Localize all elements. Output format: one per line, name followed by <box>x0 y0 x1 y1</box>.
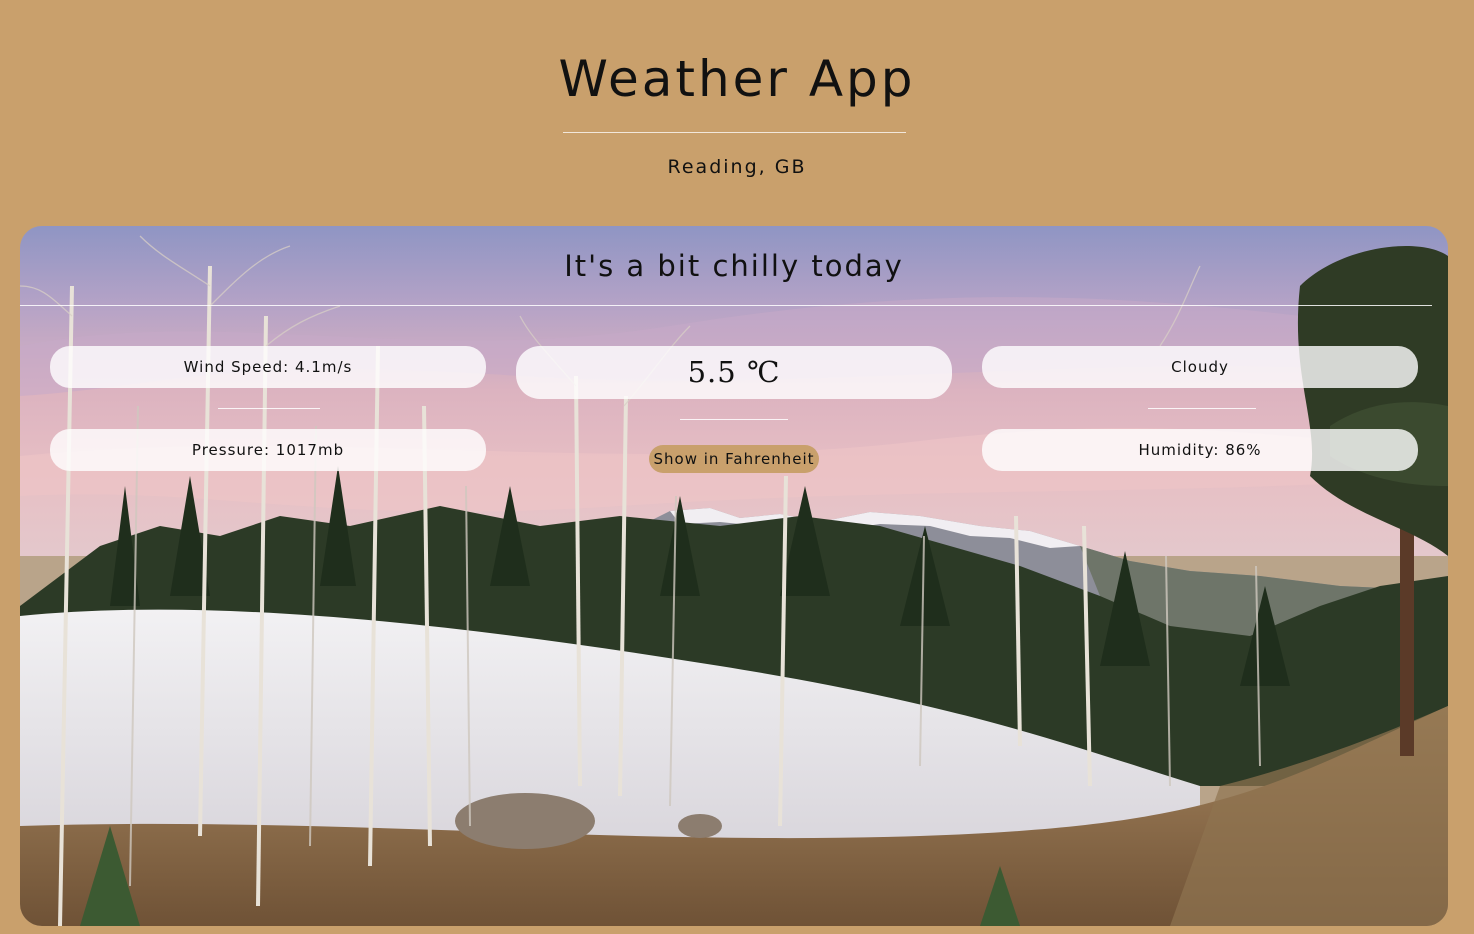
weather-headline: It's a bit chilly today <box>564 249 904 283</box>
right-divider <box>1148 408 1256 409</box>
humidity-card: Humidity: 86% <box>982 429 1418 471</box>
headline-divider <box>20 305 1432 306</box>
condition-card: Cloudy <box>982 346 1418 388</box>
title-divider <box>563 132 906 133</box>
pressure-card: Pressure: 1017mb <box>50 429 486 471</box>
location-label: Reading, GB <box>667 156 807 178</box>
app-title: Weather App <box>558 50 916 108</box>
left-divider <box>218 408 320 409</box>
center-divider <box>680 419 788 420</box>
wind-speed-card: Wind Speed: 4.1m/s <box>50 346 486 388</box>
show-in-fahrenheit-button[interactable]: Show in Fahrenheit <box>649 445 819 473</box>
temperature-card: 5.5 ℃ <box>516 346 952 399</box>
weather-panel: It's a bit chilly today Wind Speed: 4.1m… <box>20 226 1448 926</box>
landscape-background-image <box>20 226 1448 926</box>
